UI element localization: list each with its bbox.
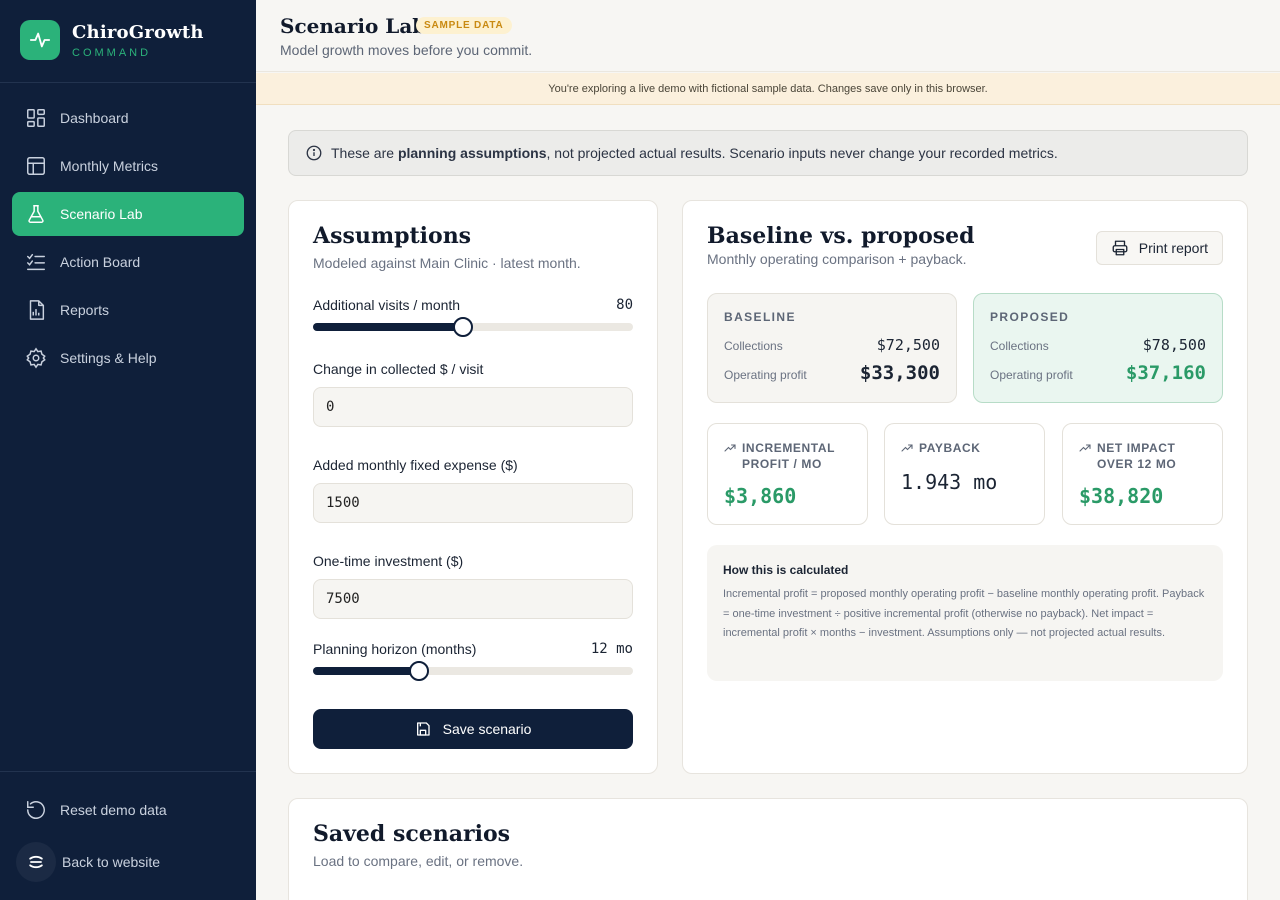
collected-field-label: Change in collected $ / visit bbox=[313, 361, 484, 377]
save-icon bbox=[415, 721, 431, 737]
pulse-logo-icon bbox=[20, 20, 60, 60]
visits-field-label: Additional visits / month 80 bbox=[313, 297, 633, 313]
proposed-collections-label: Collections bbox=[990, 339, 1049, 353]
brand-subtitle: COMMAND bbox=[72, 46, 152, 59]
visits-slider[interactable] bbox=[313, 317, 633, 337]
baseline-collections-label: Collections bbox=[724, 339, 783, 353]
sidebar-item-label: Dashboard bbox=[60, 110, 129, 126]
net-impact-card: NET IMPACT OVER 12 MO $38,820 bbox=[1062, 423, 1223, 525]
sample-data-badge: SAMPLE DATA bbox=[416, 17, 512, 34]
saved-scenarios-title: Saved scenarios bbox=[313, 821, 511, 847]
horizon-slider[interactable] bbox=[313, 661, 633, 681]
baseline-heading: BASELINE bbox=[724, 310, 796, 324]
page-header: Scenario Lab SAMPLE DATA Model growth mo… bbox=[256, 0, 1280, 72]
payback-label: PAYBACK bbox=[919, 441, 981, 455]
brand-name: ChiroGrowth bbox=[72, 21, 204, 43]
visits-slider-thumb[interactable] bbox=[453, 317, 474, 337]
investment-input[interactable]: 7500 bbox=[313, 579, 633, 619]
sidebar-nav: Dashboard Monthly Metrics Scenario Lab A… bbox=[12, 96, 244, 384]
payback-value: 1.943 mo bbox=[901, 470, 998, 494]
fixed-expense-input[interactable]: 1500 bbox=[313, 483, 633, 523]
demo-banner: You're exploring a live demo with fictio… bbox=[256, 73, 1280, 105]
assumptions-title: Assumptions bbox=[313, 223, 472, 249]
incremental-profit-card: INCREMENTAL PROFIT / MO $3,860 bbox=[707, 423, 868, 525]
flask-icon bbox=[24, 202, 48, 226]
proposed-panel: PROPOSED Collections $78,500 Operating p… bbox=[973, 293, 1223, 403]
net-impact-label: NET IMPACT OVER 12 MO bbox=[1097, 441, 1177, 471]
sidebar-item-dashboard[interactable]: Dashboard bbox=[12, 96, 244, 140]
info-icon bbox=[305, 144, 323, 162]
reset-demo-button[interactable]: Reset demo data bbox=[12, 788, 244, 832]
horizon-field-label: Planning horizon (months) 12 mo bbox=[313, 641, 633, 657]
table-icon bbox=[24, 154, 48, 178]
incremental-profit-value: $3,860 bbox=[724, 484, 797, 508]
back-to-website-label: Back to website bbox=[62, 854, 161, 870]
baseline-profit-label: Operating profit bbox=[724, 368, 807, 382]
trend-up-icon bbox=[901, 442, 913, 454]
gear-icon bbox=[24, 346, 48, 370]
baseline-profit-value: $33,300 bbox=[859, 362, 940, 384]
sidebar: ChiroGrowth COMMAND Dashboard Monthly Me… bbox=[0, 0, 256, 900]
sidebar-item-label: Scenario Lab bbox=[60, 206, 143, 222]
saved-scenarios-card: Saved scenarios Load to compare, edit, o… bbox=[288, 798, 1248, 900]
dashboard-icon bbox=[24, 106, 48, 130]
sidebar-bottom: Reset demo data Back to website bbox=[12, 788, 244, 892]
reset-demo-label: Reset demo data bbox=[60, 802, 167, 818]
sidebar-item-action-board[interactable]: Action Board bbox=[12, 240, 244, 284]
incremental-profit-label: INCREMENTAL PROFIT / MO bbox=[742, 441, 835, 471]
checklist-icon bbox=[24, 250, 48, 274]
calculation-body: Incremental profit = proposed monthly op… bbox=[723, 588, 1205, 639]
visits-value: 80 bbox=[616, 297, 633, 313]
comparison-card: Baseline vs. proposed Monthly operating … bbox=[682, 200, 1248, 774]
sidebar-item-label: Monthly Metrics bbox=[60, 158, 159, 174]
planning-notice: These are planning assumptions, not proj… bbox=[288, 130, 1248, 176]
calculation-explainer: How this is calculated Incremental profi… bbox=[707, 545, 1223, 681]
saved-scenarios-subtitle: Load to compare, edit, or remove. bbox=[313, 853, 524, 869]
reset-icon bbox=[24, 798, 48, 822]
print-report-label: Print report bbox=[1138, 240, 1208, 256]
assumptions-card: Assumptions Modeled against Main Clinic … bbox=[288, 200, 658, 774]
proposed-profit-value: $37,160 bbox=[1125, 362, 1206, 384]
baseline-panel: BASELINE Collections $72,500 Operating p… bbox=[707, 293, 957, 403]
horizon-slider-fill bbox=[313, 667, 419, 675]
back-to-website-link[interactable]: Back to website bbox=[12, 840, 244, 884]
horizon-slider-thumb[interactable] bbox=[408, 661, 429, 681]
sidebar-divider bbox=[0, 82, 256, 83]
sidebar-item-scenario-lab[interactable]: Scenario Lab bbox=[12, 192, 244, 236]
collected-per-visit-input[interactable]: 0 bbox=[313, 387, 633, 427]
visits-slider-fill bbox=[313, 323, 464, 331]
sidebar-item-monthly-metrics[interactable]: Monthly Metrics bbox=[12, 144, 244, 188]
trend-up-icon bbox=[724, 442, 736, 454]
sidebar-item-label: Settings & Help bbox=[60, 350, 157, 366]
save-scenario-label: Save scenario bbox=[442, 721, 532, 737]
investment-field-label: One-time investment ($) bbox=[313, 553, 464, 569]
proposed-collections-value: $78,500 bbox=[1142, 336, 1206, 354]
page-subtitle: Model growth moves before you commit. bbox=[280, 42, 533, 58]
sidebar-item-label: Reports bbox=[60, 302, 110, 318]
site-logo-icon bbox=[16, 842, 56, 882]
notice-text: These are planning assumptions, not proj… bbox=[331, 145, 1058, 161]
save-scenario-button[interactable]: Save scenario bbox=[313, 709, 633, 749]
proposed-heading: PROPOSED bbox=[990, 310, 1070, 324]
trend-up-icon bbox=[1079, 442, 1091, 454]
payback-card: PAYBACK 1.943 mo bbox=[884, 423, 1045, 525]
sidebar-item-reports[interactable]: Reports bbox=[12, 288, 244, 332]
brand[interactable]: ChiroGrowth COMMAND bbox=[20, 20, 204, 60]
assumptions-subtitle: Modeled against Main Clinic · latest mon… bbox=[313, 255, 581, 271]
report-icon bbox=[24, 298, 48, 322]
sidebar-divider bbox=[0, 771, 256, 772]
horizon-value: 12 mo bbox=[590, 641, 633, 657]
net-impact-value: $38,820 bbox=[1079, 484, 1164, 508]
print-report-button[interactable]: Print report bbox=[1095, 231, 1223, 265]
baseline-collections-value: $72,500 bbox=[876, 336, 940, 354]
sidebar-item-settings-help[interactable]: Settings & Help bbox=[12, 336, 244, 380]
page-title: Scenario Lab bbox=[280, 14, 427, 38]
calculation-title: How this is calculated bbox=[723, 563, 849, 577]
fixed-expense-field-label: Added monthly fixed expense ($) bbox=[313, 457, 518, 473]
sidebar-item-label: Action Board bbox=[60, 254, 141, 270]
printer-icon bbox=[1111, 239, 1129, 257]
proposed-profit-label: Operating profit bbox=[990, 368, 1073, 382]
